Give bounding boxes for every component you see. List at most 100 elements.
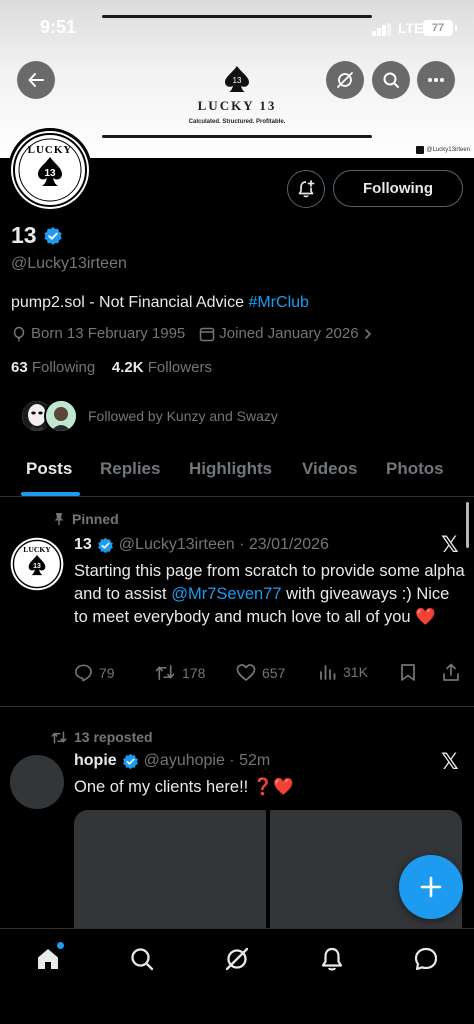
message-bubble-icon bbox=[414, 947, 438, 971]
nav-search[interactable] bbox=[127, 944, 157, 974]
profile-meta: Born 13 February 1995 Joined January 202… bbox=[11, 325, 387, 342]
profile-tabs: Posts Replies Highlights Videos Photos bbox=[0, 445, 474, 497]
bar-chart-icon bbox=[320, 665, 336, 680]
joined-date-link[interactable]: Joined January 2026 bbox=[199, 325, 372, 342]
bio-hashtag-link[interactable]: #MrClub bbox=[248, 294, 308, 311]
notifications-subscribe-button[interactable] bbox=[287, 170, 325, 208]
tab-videos[interactable]: Videos bbox=[302, 459, 357, 479]
repost-avatar[interactable] bbox=[10, 755, 64, 809]
share-icon bbox=[443, 663, 459, 681]
bookmark-button[interactable] bbox=[400, 663, 416, 682]
grok-button[interactable] bbox=[326, 61, 364, 99]
x-logo-icon[interactable]: 𝕏 bbox=[441, 533, 459, 558]
nav-home[interactable] bbox=[33, 942, 64, 974]
battery-icon: 77 bbox=[423, 20, 457, 36]
bookmark-icon bbox=[401, 664, 415, 681]
grok-icon bbox=[225, 947, 249, 971]
share-button[interactable] bbox=[442, 663, 460, 682]
born-date: Born 13 February 1995 bbox=[11, 325, 185, 342]
followed-by[interactable]: Followed by Kunzy and Swazy bbox=[20, 399, 278, 433]
active-tab-indicator bbox=[21, 492, 80, 496]
plus-icon bbox=[420, 876, 442, 898]
reply-button[interactable]: 79 bbox=[74, 663, 115, 682]
pinned-label: Pinned bbox=[52, 511, 119, 527]
repost-icon bbox=[51, 731, 67, 743]
scrollbar[interactable] bbox=[466, 502, 469, 548]
bottom-navigation bbox=[0, 928, 474, 1024]
verified-badge-icon bbox=[122, 753, 138, 769]
profile-name: 13 bbox=[11, 222, 63, 249]
pin-icon bbox=[54, 513, 64, 525]
repost-header: hopie @ayuhopie · 52m bbox=[74, 752, 270, 770]
nav-grok[interactable] bbox=[222, 944, 252, 974]
network-label: LTE bbox=[398, 20, 424, 36]
status-bar: 9:51 LTE 77 bbox=[0, 0, 474, 56]
post-actions: 79 178 657 31K bbox=[74, 663, 464, 687]
watermark-logo-icon bbox=[415, 146, 424, 154]
repost-icon bbox=[155, 665, 175, 680]
post-avatar[interactable]: LUCKY 13 bbox=[10, 537, 64, 591]
post-divider bbox=[0, 706, 474, 707]
post-text: Starting this page from scratch to provi… bbox=[74, 562, 465, 626]
more-dots-icon bbox=[428, 78, 444, 82]
follower-avatar-swazy bbox=[44, 399, 78, 433]
back-button[interactable] bbox=[17, 61, 55, 99]
arrow-left-icon bbox=[28, 73, 44, 87]
notification-dot bbox=[57, 942, 64, 949]
post-author-name[interactable]: 13 bbox=[74, 536, 92, 554]
profile-handle: @Lucky13irteen bbox=[11, 255, 127, 272]
mention-link[interactable]: @Mr7Seven77 bbox=[171, 585, 281, 603]
svg-text:13: 13 bbox=[33, 563, 41, 570]
signal-icon bbox=[372, 23, 392, 36]
nav-messages[interactable] bbox=[411, 944, 441, 974]
svg-text:13: 13 bbox=[233, 76, 242, 85]
banner-line-bottom bbox=[102, 135, 372, 138]
tab-highlights[interactable]: Highlights bbox=[189, 459, 272, 479]
tab-posts[interactable]: Posts bbox=[26, 459, 72, 479]
post-handle-date: @Lucky13irteen · 23/01/2026 bbox=[118, 536, 329, 553]
views-button[interactable]: 31K bbox=[319, 663, 368, 681]
svg-text:LUCKY: LUCKY bbox=[28, 144, 73, 156]
balloon-icon bbox=[13, 326, 25, 341]
repost-button[interactable]: 178 bbox=[154, 663, 205, 682]
repost-text: One of my clients here!! ❓❤️ bbox=[74, 778, 294, 796]
search-icon bbox=[383, 72, 399, 88]
followed-by-text: Followed by Kunzy and Swazy bbox=[88, 408, 278, 424]
following-count-link[interactable]: 63 Following bbox=[11, 359, 95, 376]
lucky13-logo-icon: LUCKY 13 bbox=[10, 537, 64, 591]
home-icon bbox=[38, 949, 58, 969]
repost-media-left[interactable] bbox=[74, 810, 266, 940]
search-icon bbox=[131, 948, 154, 971]
tab-photos[interactable]: Photos bbox=[386, 459, 444, 479]
tab-replies[interactable]: Replies bbox=[100, 459, 160, 479]
profile-bio: pump2.sol - Not Financial Advice #MrClub bbox=[11, 294, 309, 312]
banner-title: LUCKY 13 bbox=[197, 98, 277, 113]
search-button[interactable] bbox=[372, 61, 410, 99]
chevron-right-icon bbox=[364, 328, 371, 339]
profile-avatar[interactable]: LUCKY 13 bbox=[8, 128, 92, 212]
repost-author-name[interactable]: hopie bbox=[74, 752, 117, 770]
post-header: 13 @Lucky13irteen · 23/01/2026 bbox=[74, 536, 329, 554]
bell-plus-icon bbox=[298, 180, 315, 198]
like-button[interactable]: 657 bbox=[236, 663, 285, 682]
repost-handle-time: @ayuhopie · 52m bbox=[143, 752, 271, 769]
follow-counts: 63 Following 4.2K Followers bbox=[11, 359, 212, 376]
lucky13-logo-icon: LUCKY 13 bbox=[13, 133, 87, 207]
grok-icon bbox=[337, 72, 353, 88]
more-button[interactable] bbox=[417, 61, 455, 99]
reply-bubble-icon bbox=[75, 664, 92, 682]
reposted-label[interactable]: 13 reposted bbox=[50, 729, 153, 745]
x-logo-icon[interactable]: 𝕏 bbox=[441, 750, 459, 775]
svg-text:13: 13 bbox=[44, 168, 56, 179]
heart-icon bbox=[236, 664, 256, 681]
compose-post-button[interactable] bbox=[399, 855, 463, 919]
nav-notifications[interactable] bbox=[317, 944, 347, 974]
calendar-icon bbox=[200, 327, 215, 341]
followers-count-link[interactable]: 4.2K Followers bbox=[112, 359, 212, 376]
spade-logo-icon: 13 bbox=[225, 66, 249, 92]
following-button[interactable]: Following bbox=[333, 170, 463, 207]
verified-badge-icon bbox=[97, 537, 113, 553]
svg-text:LUCKY: LUCKY bbox=[23, 545, 51, 554]
verified-badge-icon bbox=[43, 226, 62, 245]
bell-icon bbox=[321, 947, 343, 971]
